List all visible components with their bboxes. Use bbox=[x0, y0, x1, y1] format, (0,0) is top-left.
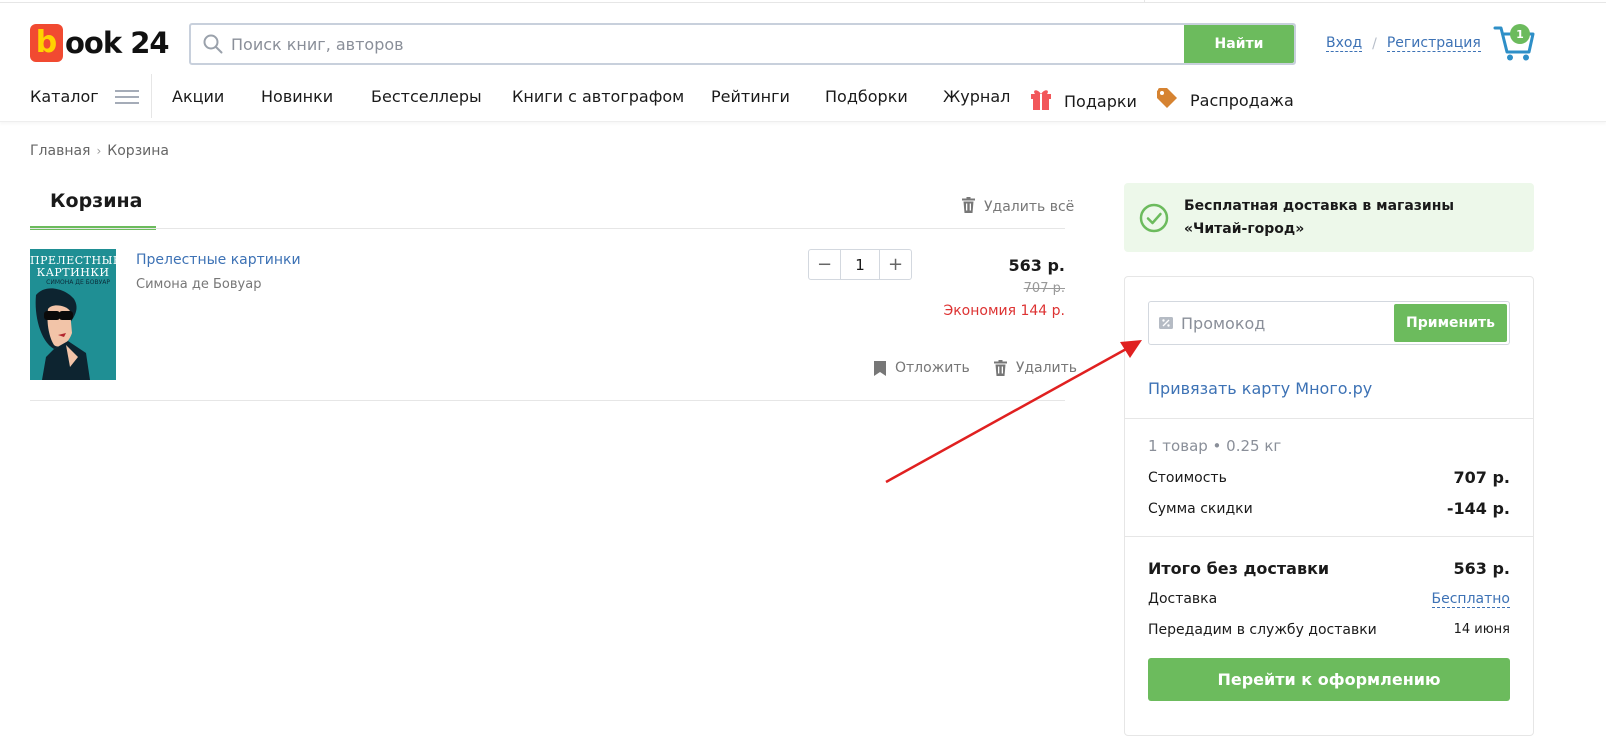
panel-divider bbox=[1125, 536, 1533, 537]
gift-icon bbox=[1030, 87, 1052, 115]
cover-title: ПРЕЛЕСТНЫЕ КАРТИНКИ bbox=[30, 254, 116, 279]
handover-label: Передадим в службу доставки bbox=[1148, 622, 1377, 638]
nav-item-autograph[interactable]: Книги с автографом bbox=[512, 87, 684, 106]
catalog-menu-button[interactable]: Каталог bbox=[30, 87, 139, 106]
total-value: 563 р. bbox=[1453, 559, 1511, 578]
search-icon bbox=[203, 34, 223, 54]
quantity-value[interactable]: 1 bbox=[840, 250, 880, 279]
auth-links: Вход / Регистрация bbox=[1326, 35, 1481, 52]
menu-icon bbox=[114, 89, 139, 104]
quantity-increase-button[interactable]: + bbox=[880, 250, 911, 279]
delivery-row: Доставка Бесплатно bbox=[1148, 591, 1510, 608]
top-divider bbox=[1144, 0, 1145, 3]
product-title-link[interactable]: Прелестные картинки bbox=[136, 252, 301, 268]
cost-value: 707 р. bbox=[1453, 468, 1511, 487]
book-cover[interactable]: ПРЕЛЕСТНЫЕ КАРТИНКИ СИМОНА ДЕ БОВУАР bbox=[30, 249, 116, 380]
cost-label: Стоимость bbox=[1148, 469, 1227, 486]
order-summary-panel: Применить Привязать карту Много.ру 1 тов… bbox=[1124, 276, 1534, 736]
nav-item-bestsellers[interactable]: Бестселлеры bbox=[371, 87, 482, 106]
top-border bbox=[0, 0, 1606, 3]
check-circle-icon bbox=[1139, 203, 1169, 232]
discount-value: -144 р. bbox=[1446, 499, 1510, 518]
quantity-decrease-button[interactable]: − bbox=[809, 250, 840, 279]
free-delivery-text: Бесплатная доставка в магазины «Читай-го… bbox=[1184, 197, 1455, 237]
site-logo[interactable]: b ook 24 bbox=[30, 22, 170, 64]
nav-item-gifts[interactable]: Подарки bbox=[1030, 87, 1137, 115]
register-link[interactable]: Регистрация bbox=[1386, 35, 1481, 52]
panel-divider bbox=[1125, 418, 1533, 419]
free-delivery-notice: Бесплатная доставка в магазины «Читай-го… bbox=[1124, 183, 1534, 252]
annotation-arrow bbox=[885, 340, 1142, 484]
tab-cart[interactable]: Корзина bbox=[30, 190, 156, 230]
cart-count-badge: 1 bbox=[1510, 24, 1530, 44]
item-price: 563 р. bbox=[1008, 256, 1066, 275]
nav-item-sale[interactable]: Распродажа bbox=[1156, 87, 1294, 113]
cart-button[interactable]: 1 bbox=[1493, 22, 1537, 62]
cover-author: СИМОНА ДЕ БОВУАР bbox=[46, 279, 110, 286]
logo-letter: b bbox=[35, 25, 58, 60]
discount-row: Сумма скидки -144 р. bbox=[1148, 499, 1510, 518]
discount-label: Сумма скидки bbox=[1148, 500, 1253, 517]
trash-icon bbox=[962, 197, 975, 217]
catalog-label: Каталог bbox=[30, 87, 99, 106]
total-label: Итого без доставки bbox=[1148, 559, 1330, 578]
nav-divider bbox=[151, 74, 152, 118]
delete-all-button[interactable]: Удалить всё bbox=[962, 197, 1074, 217]
promo-code-input[interactable] bbox=[1181, 302, 1394, 344]
nav-item-sales[interactable]: Акции bbox=[172, 87, 224, 106]
search-button[interactable]: Найти bbox=[1184, 25, 1294, 63]
delivery-value-link[interactable]: Бесплатно bbox=[1431, 591, 1510, 608]
login-link[interactable]: Вход bbox=[1326, 35, 1363, 52]
tag-icon bbox=[1156, 87, 1178, 113]
search-bar: Найти bbox=[189, 23, 1296, 65]
logo-badge: b bbox=[30, 24, 63, 62]
delivery-label: Доставка bbox=[1148, 591, 1218, 607]
nav-gifts-label: Подарки bbox=[1064, 91, 1137, 111]
item-economy: Экономия 144 р. bbox=[943, 303, 1065, 319]
delete-all-label: Удалить всё bbox=[984, 199, 1075, 215]
cost-row: Стоимость 707 р. bbox=[1148, 468, 1510, 487]
nav-item-new[interactable]: Новинки bbox=[261, 87, 333, 106]
handover-date: 14 июня bbox=[1453, 622, 1510, 637]
item-old-price: 707 р. bbox=[1023, 281, 1065, 296]
auth-separator: / bbox=[1372, 35, 1377, 52]
tab-underline bbox=[30, 228, 1065, 229]
link-mnogo-card[interactable]: Привязать карту Много.ру bbox=[1148, 379, 1372, 398]
order-summary-count: 1 товар • 0.25 кг bbox=[1148, 437, 1282, 455]
main-nav: Каталог Акции Новинки Бестселлеры Книги … bbox=[0, 72, 1606, 122]
nav-item-journal[interactable]: Журнал bbox=[943, 87, 1010, 106]
apply-promo-button[interactable]: Применить bbox=[1394, 304, 1507, 342]
search-input[interactable] bbox=[223, 25, 1184, 63]
breadcrumb-separator: › bbox=[96, 144, 102, 158]
percent-ticket-icon bbox=[1159, 317, 1173, 329]
product-author: Симона де Бовуар bbox=[136, 277, 262, 292]
quantity-stepper: − 1 + bbox=[808, 249, 912, 280]
promo-code-field: Применить bbox=[1148, 301, 1510, 345]
checkout-button[interactable]: Перейти к оформлению bbox=[1148, 658, 1510, 701]
breadcrumb-home[interactable]: Главная bbox=[30, 143, 90, 159]
nav-item-collections[interactable]: Подборки bbox=[825, 87, 908, 106]
nav-sale-label: Распродажа bbox=[1190, 90, 1294, 110]
nav-item-ratings[interactable]: Рейтинги bbox=[711, 87, 790, 106]
logo-text: ook 24 bbox=[65, 26, 170, 60]
breadcrumb: Главная › Корзина bbox=[30, 143, 169, 159]
total-row: Итого без доставки 563 р. bbox=[1148, 559, 1510, 578]
handover-row: Передадим в службу доставки 14 июня bbox=[1148, 622, 1510, 638]
breadcrumb-current: Корзина bbox=[107, 143, 169, 159]
